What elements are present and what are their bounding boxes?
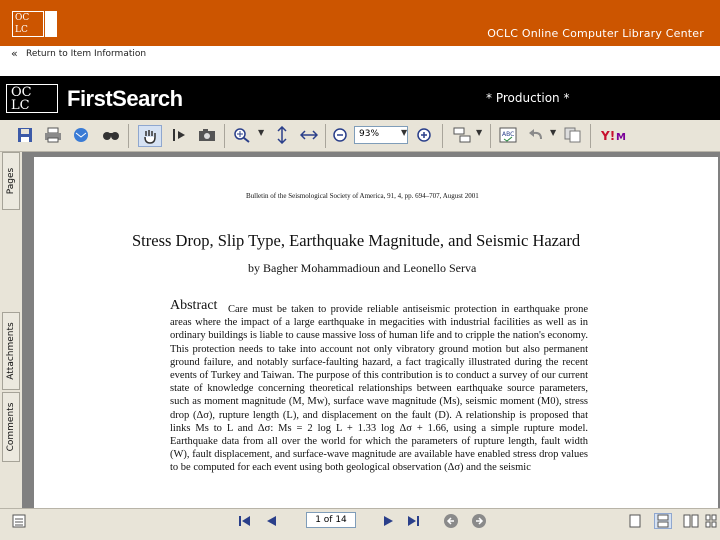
- undo-caret[interactable]: ▼: [550, 128, 556, 137]
- zoom-in-plus-icon[interactable]: [414, 125, 434, 145]
- fs-logo-bottom: LC: [11, 98, 30, 113]
- svg-text:ABC: ABC: [502, 131, 514, 138]
- yahoo-toolbar-icon[interactable]: Y! M: [600, 125, 634, 145]
- tab-comments[interactable]: Comments: [2, 392, 20, 462]
- zoom-level-input[interactable]: 93%: [354, 126, 408, 144]
- zoom-in-icon[interactable]: [232, 125, 252, 145]
- tab-attachments-label: Attachments: [6, 322, 16, 380]
- pdf-page[interactable]: Bulletin of the Seismological Society of…: [34, 157, 718, 512]
- page-options-icon[interactable]: [10, 513, 28, 529]
- paper-title: Stress Drop, Slip Type, Earthquake Magni…: [132, 231, 581, 250]
- next-page-icon[interactable]: [380, 513, 398, 529]
- search-icon[interactable]: [101, 125, 121, 145]
- single-page-icon[interactable]: [626, 513, 644, 529]
- toolbar-separator: [325, 124, 326, 148]
- spell-check-icon[interactable]: ABC: [498, 125, 518, 145]
- zoom-level-caret[interactable]: ▼: [401, 128, 407, 137]
- oclc-logo-top: OC: [15, 13, 30, 23]
- save-icon[interactable]: [15, 125, 35, 145]
- environment-label: * Production *: [486, 91, 570, 105]
- journal-citation: Bulletin of the Seismological Society of…: [246, 192, 479, 200]
- hand-tool-icon[interactable]: [138, 125, 162, 147]
- oclc-logo-bottom: LC: [15, 25, 28, 35]
- undo-icon[interactable]: [527, 125, 547, 145]
- firstsearch-oclc-logo: OC LC: [6, 84, 58, 113]
- return-to-item-link[interactable]: Return to Item Information: [26, 49, 146, 59]
- tab-pages[interactable]: Pages: [2, 152, 20, 210]
- fit-width-icon[interactable]: [299, 125, 319, 145]
- previous-page-icon[interactable]: [262, 513, 280, 529]
- toolbar-separator: [128, 124, 129, 148]
- select-text-icon[interactable]: [170, 125, 190, 145]
- zoom-tool-caret[interactable]: ▼: [258, 128, 264, 137]
- next-view-icon[interactable]: [470, 513, 488, 529]
- svg-text:M: M: [616, 132, 626, 142]
- toolbar-separator: [590, 124, 591, 148]
- oclc-logo[interactable]: OC LC: [12, 11, 44, 37]
- email-icon[interactable]: [71, 125, 91, 145]
- tab-pages-label: Pages: [6, 167, 16, 195]
- tab-attachments[interactable]: Attachments: [2, 312, 20, 390]
- facing-pages-icon[interactable]: [682, 513, 700, 529]
- toolbar-separator: [490, 124, 491, 148]
- continuous-page-icon[interactable]: [654, 513, 672, 529]
- double-chevron-left-icon[interactable]: «: [11, 47, 18, 60]
- zoom-out-icon[interactable]: [330, 125, 350, 145]
- first-page-icon[interactable]: [236, 513, 254, 529]
- page-number-field[interactable]: 1 of 14: [306, 512, 356, 528]
- toolbar-separator: [442, 124, 443, 148]
- print-icon[interactable]: [43, 125, 63, 145]
- last-page-icon[interactable]: [404, 513, 422, 529]
- org-name: OCLC Online Computer Library Center: [487, 27, 704, 40]
- page-layout-icon[interactable]: [452, 125, 472, 145]
- toolbar-separator: [224, 124, 225, 148]
- svg-text:Y!: Y!: [601, 129, 615, 142]
- page-layout-caret[interactable]: ▼: [476, 128, 482, 137]
- continuous-facing-icon[interactable]: [704, 513, 718, 529]
- status-bar: [0, 508, 720, 540]
- copy-icon[interactable]: [563, 125, 583, 145]
- oclc-logo-bar: [45, 11, 57, 37]
- firstsearch-title: FirstSearch: [67, 86, 183, 111]
- previous-view-icon[interactable]: [442, 513, 460, 529]
- abstract-text: Care must be taken to provide reliable a…: [170, 304, 588, 474]
- tab-comments-label: Comments: [6, 402, 16, 452]
- snapshot-icon[interactable]: [197, 125, 217, 145]
- paper-authors: by Bagher Mohammadioun and Leonello Serv…: [248, 261, 477, 275]
- fit-page-icon[interactable]: [272, 125, 292, 145]
